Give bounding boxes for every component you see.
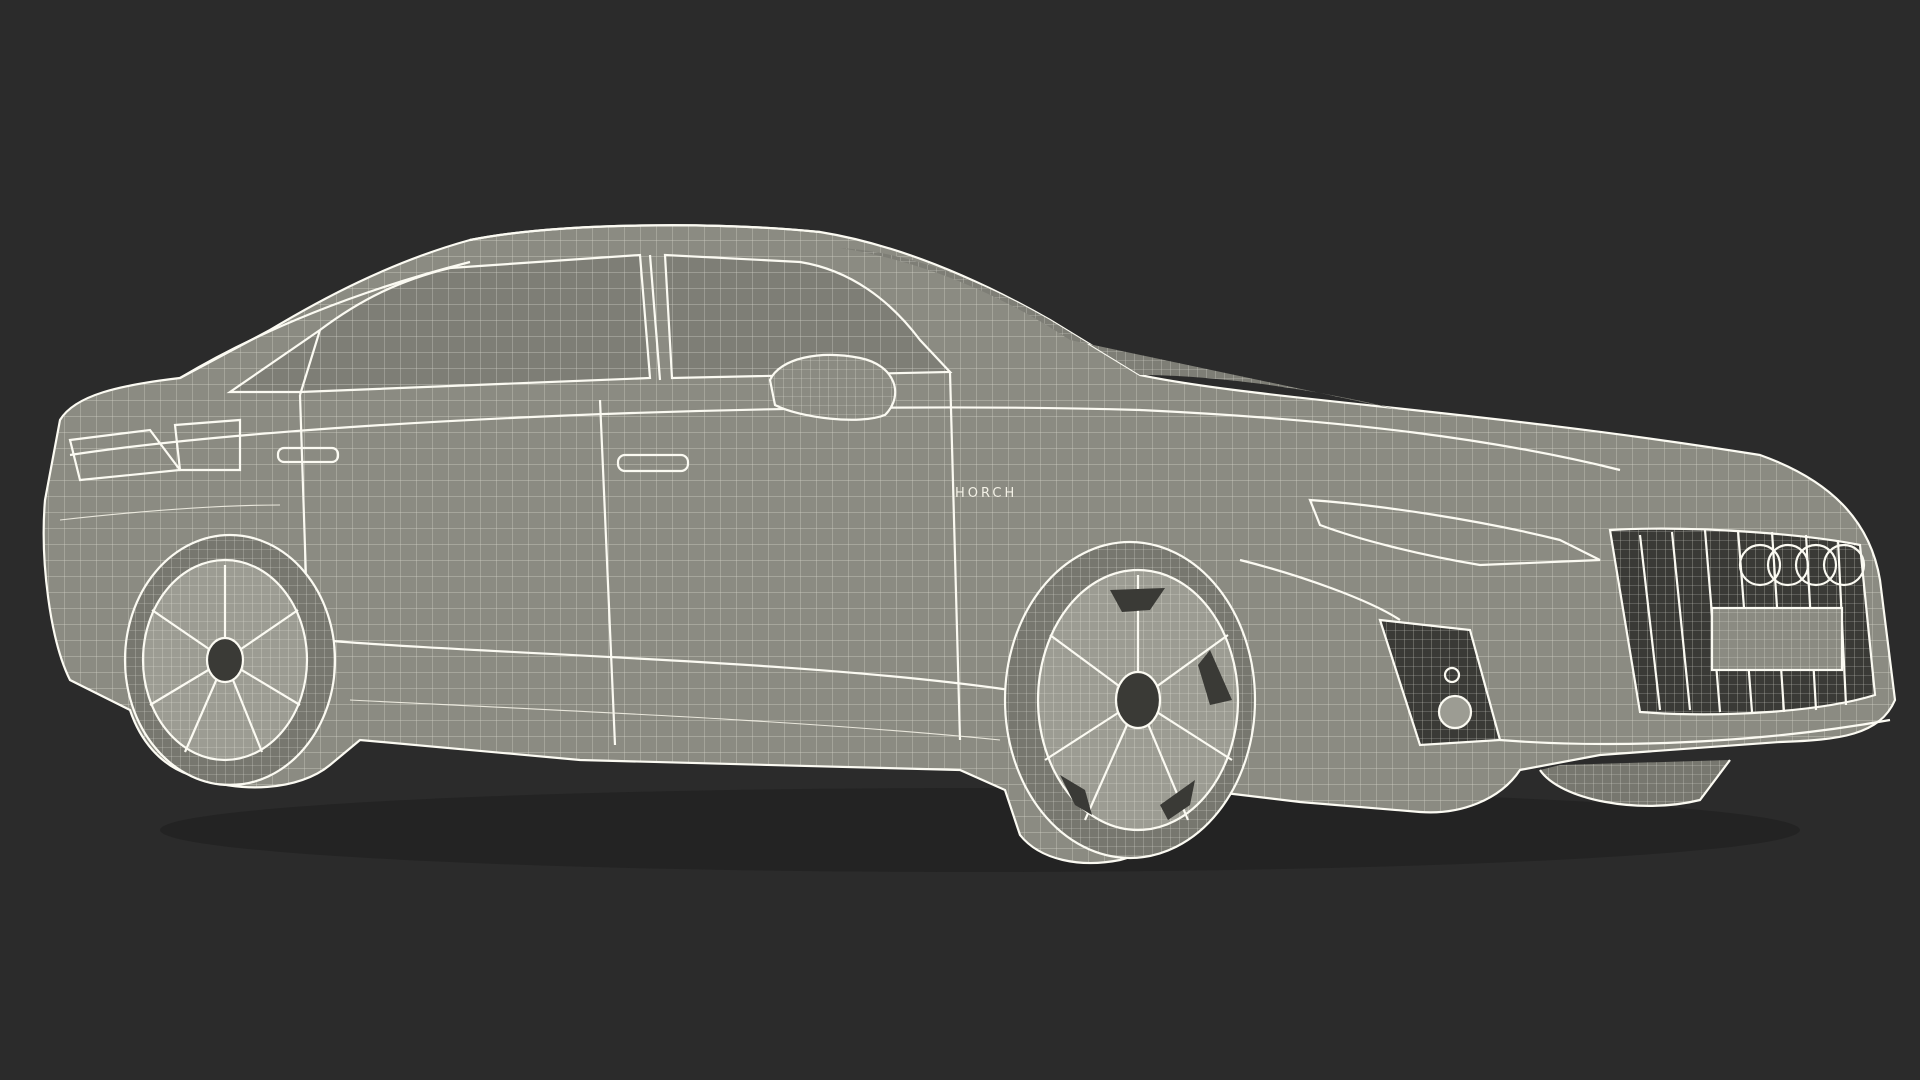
car-wireframe: HORCH [42,224,1897,872]
front-wheel [1003,540,1257,860]
rear-wheel [123,533,337,787]
far-front-wheel [1539,759,1731,807]
ground-shadow [160,788,1800,872]
render-viewport: HORCH [0,0,1920,1080]
horch-badge: HORCH [955,486,1017,501]
front-grille [1608,527,1877,716]
